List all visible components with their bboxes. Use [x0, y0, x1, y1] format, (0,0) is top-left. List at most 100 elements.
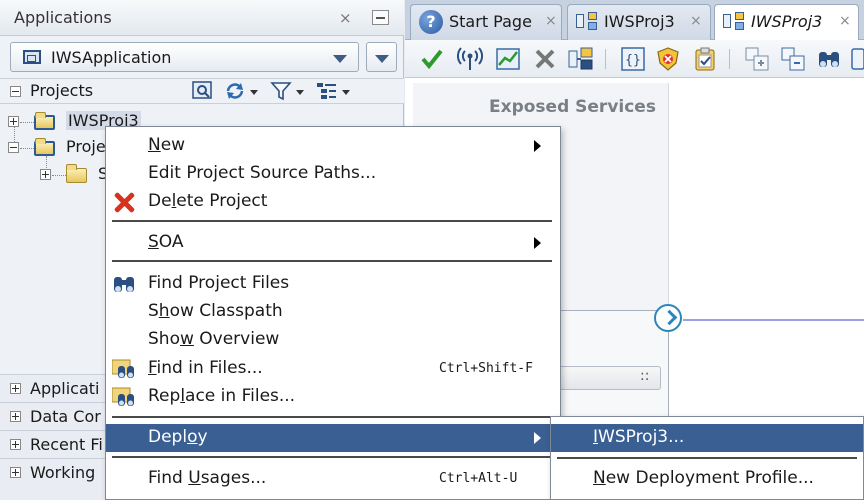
view-options-icon[interactable] — [316, 81, 338, 101]
submenu-arrow-icon — [534, 432, 541, 444]
toolbar-separator — [605, 49, 606, 69]
panel-header: Applications × — [0, 0, 404, 36]
tab-label: IWSProj3 — [751, 12, 823, 31]
expand-icon[interactable] — [10, 383, 21, 394]
tab-iwsproj3-active[interactable]: IWSProj3 × — [714, 4, 859, 41]
submenu-arrow-icon — [534, 140, 541, 152]
editor-tab-bar: ? Start Page × IWSProj3 × IWSProj3 × — [405, 0, 864, 41]
menu-item-soa[interactable]: SOA — [106, 229, 560, 257]
menu-item-label: Replace in Files... — [148, 386, 296, 406]
chevron-down-icon — [333, 55, 347, 63]
accordion-label: Working — [30, 463, 96, 482]
expand-icon[interactable] — [10, 439, 21, 450]
menu-item-find-project-files[interactable]: Find Project Files — [106, 270, 560, 298]
expand-icon[interactable] — [10, 467, 21, 478]
binoculars-icon — [112, 273, 136, 295]
editor-toolbar: {} — [405, 40, 864, 78]
menu-item-shortcut: Ctrl+Shift-F — [439, 361, 533, 376]
application-selector[interactable]: IWSApplication — [10, 42, 359, 72]
tab-label: Start Page — [449, 12, 532, 31]
menu-item-label: Show Classpath — [148, 301, 283, 321]
menu-item-label: Delete Project — [148, 191, 268, 211]
clipboard-check-icon[interactable] — [692, 46, 718, 72]
menu-item-replace-in-files[interactable]: Replace in Files... — [106, 383, 560, 411]
menu-separator — [112, 220, 552, 222]
application-name: IWSApplication — [51, 48, 172, 67]
menu-item-new[interactable]: New — [106, 132, 560, 160]
menu-item-deploy[interactable]: Deploy — [106, 424, 560, 452]
close-icon[interactable]: × — [339, 9, 352, 27]
composite-icon — [723, 12, 745, 32]
menu-item-delete-project[interactable]: Delete Project — [106, 188, 560, 216]
submenu-arrow-icon — [534, 237, 541, 249]
submenu-item-new-deployment-profile[interactable]: New Deployment Profile... — [551, 465, 863, 493]
replace-in-files-icon — [111, 386, 136, 408]
more-tools-icon[interactable] — [851, 46, 864, 72]
chevron-down-icon[interactable] — [250, 90, 258, 95]
wireless-icon[interactable] — [457, 46, 483, 72]
application-icon — [23, 50, 41, 64]
svg-text:{}: {} — [625, 53, 641, 68]
menu-item-label: Find Project Files — [148, 273, 290, 293]
application-menu-button[interactable] — [366, 42, 397, 72]
menu-item-find-in-files[interactable]: Find in Files... Ctrl+Shift-F — [106, 355, 560, 383]
tab-start-page[interactable]: ? Start Page × — [410, 4, 562, 40]
minimize-icon[interactable] — [372, 10, 389, 25]
expand-icon[interactable] — [8, 116, 19, 127]
close-icon[interactable]: × — [690, 13, 702, 29]
wire-connector-icon[interactable] — [654, 304, 682, 332]
menu-item-show-classpath[interactable]: Show Classpath — [106, 298, 560, 326]
expand-icon[interactable] — [40, 169, 51, 180]
menu-item-show-overview[interactable]: Show Overview — [106, 326, 560, 354]
tree-node-label: Proje — [66, 137, 106, 156]
projects-section-header[interactable]: Projects — [0, 78, 404, 104]
projects-label: Projects — [30, 81, 94, 100]
chevron-down-icon[interactable] — [296, 90, 304, 95]
close-icon[interactable]: × — [545, 13, 557, 29]
menu-item-label: SOA — [148, 232, 184, 252]
menu-separator — [557, 457, 857, 459]
help-icon: ? — [419, 10, 443, 34]
collapse-all-icon[interactable] — [780, 46, 806, 72]
project-context-menu: New Edit Project Source Paths... Delete … — [105, 126, 561, 500]
menu-item-find-usages[interactable]: Find Usages... Ctrl+Alt-U — [106, 465, 560, 493]
menu-item-label: Find in Files... — [148, 358, 263, 378]
tree-node-project[interactable]: Proje — [8, 136, 108, 160]
menu-item-label: Find Usages... — [148, 468, 267, 488]
tab-iwsproj3[interactable]: IWSProj3 × — [567, 4, 711, 40]
delete-icon[interactable] — [532, 46, 558, 72]
menu-separator — [112, 456, 552, 458]
security-shield-icon[interactable] — [655, 46, 681, 72]
filter-icon[interactable] — [270, 81, 292, 101]
project-folder-icon — [34, 112, 55, 130]
submenu-item-deploy-iwsproj3[interactable]: IWSProj3... — [551, 424, 863, 452]
expand-icon[interactable] — [10, 411, 21, 422]
validate-icon[interactable] — [419, 46, 445, 72]
source-icon[interactable]: {} — [620, 46, 646, 72]
menu-item-label: Edit Project Source Paths... — [148, 163, 377, 183]
menu-item-label: IWSProj3... — [593, 427, 685, 447]
collapse-icon[interactable] — [8, 142, 19, 153]
delete-icon — [112, 191, 136, 213]
menu-separator — [112, 260, 552, 262]
close-icon[interactable]: × — [839, 13, 851, 29]
menu-item-edit-project-source-paths[interactable]: Edit Project Source Paths... — [106, 160, 560, 188]
navigator-filter-icon[interactable] — [192, 81, 214, 101]
exposed-services-title: Exposed Services — [489, 97, 656, 117]
component-header-text: :: — [640, 368, 650, 384]
menu-separator — [112, 416, 552, 418]
chevron-down-icon[interactable] — [342, 90, 350, 95]
menu-item-label: Deploy — [148, 427, 208, 447]
panel-title: Applications — [14, 8, 112, 27]
tree-node-source[interactable]: S — [40, 162, 110, 186]
collapse-icon[interactable] — [10, 86, 21, 97]
sync-icon[interactable] — [224, 81, 246, 101]
menu-item-label: New — [148, 135, 186, 155]
menu-item-label: New Deployment Profile... — [593, 468, 814, 488]
composite-icon — [576, 12, 598, 32]
accordion-label: Applicati — [30, 379, 100, 398]
chart-icon[interactable] — [495, 46, 521, 72]
binoculars-icon[interactable] — [816, 46, 842, 72]
expand-all-icon[interactable] — [744, 46, 770, 72]
components-icon[interactable] — [568, 46, 594, 72]
